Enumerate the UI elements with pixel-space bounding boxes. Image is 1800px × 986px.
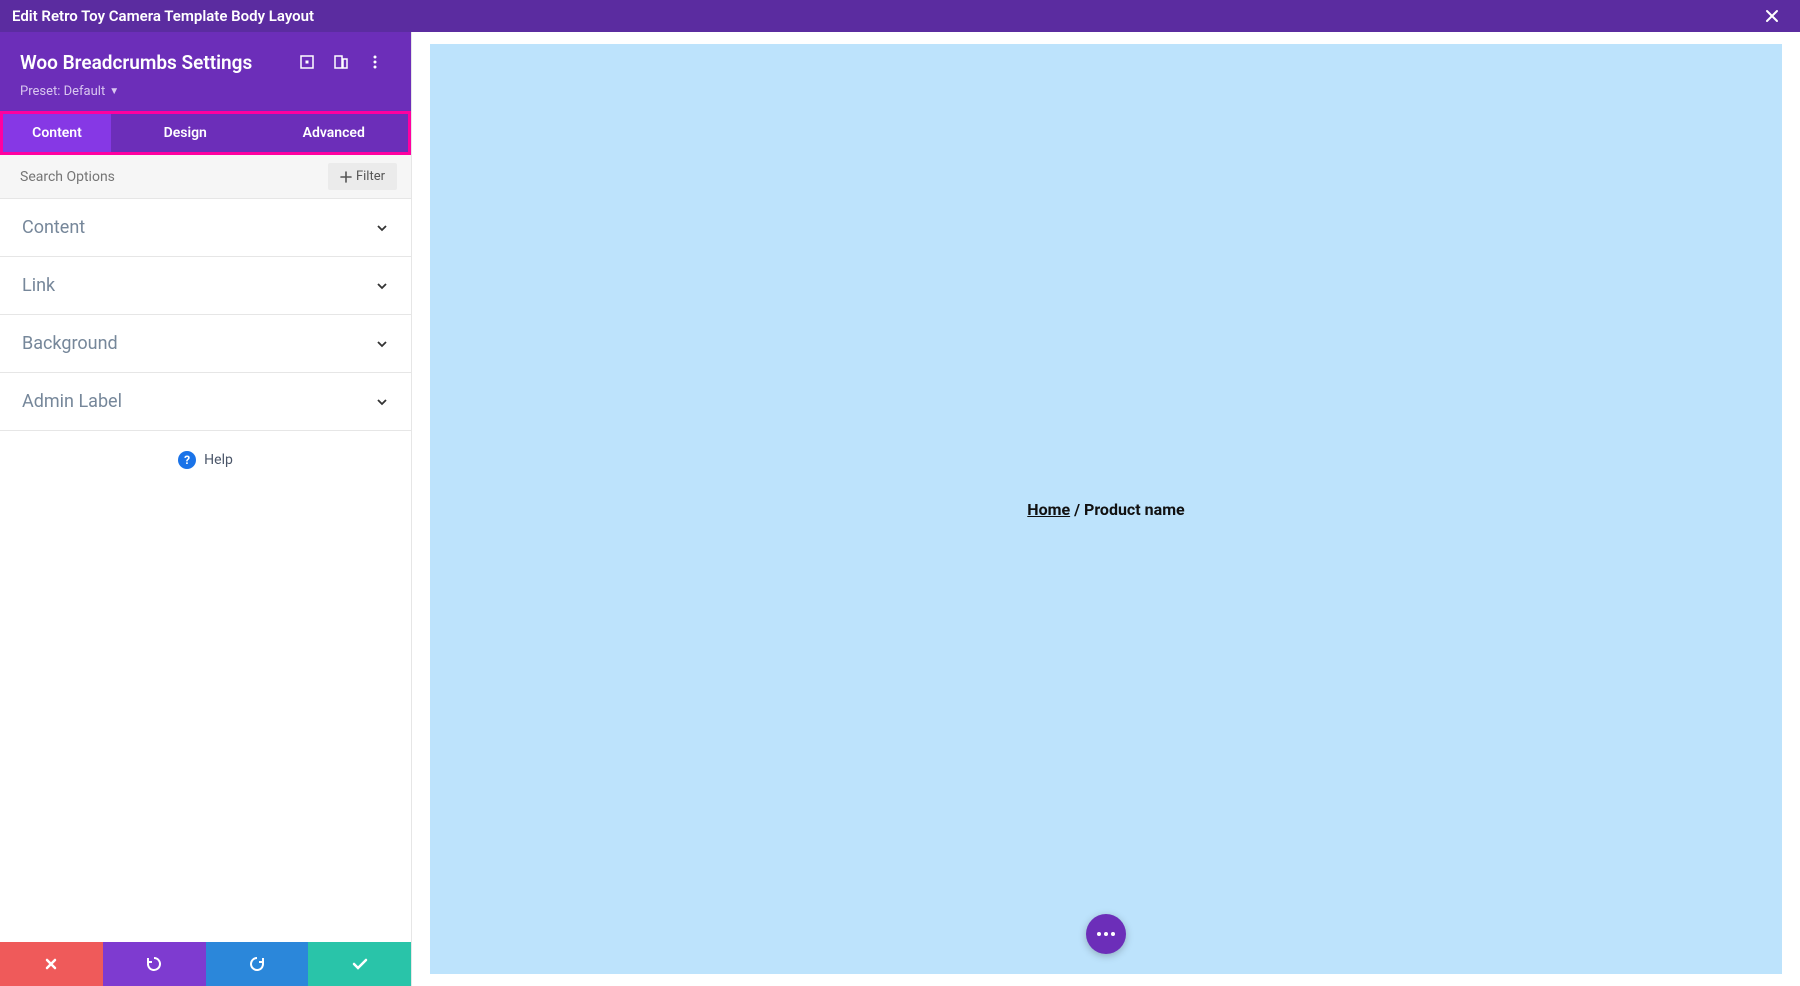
redo-icon	[248, 955, 266, 973]
section-background[interactable]: Background	[0, 315, 411, 373]
chevron-down-icon	[375, 337, 389, 351]
preset-label: Preset: Default	[20, 84, 105, 99]
search-input[interactable]	[20, 169, 328, 185]
close-icon	[44, 957, 58, 971]
builder-fab-button[interactable]	[1086, 914, 1126, 954]
tab-label: Design	[164, 125, 207, 141]
more-vertical-icon	[367, 54, 383, 70]
settings-sidebar: Woo Breadcrumbs Settings Preset: Default…	[0, 32, 412, 986]
section-label: Background	[22, 333, 375, 354]
preview-canvas[interactable]: Home / Product name	[430, 44, 1782, 974]
section-admin-label[interactable]: Admin Label	[0, 373, 411, 431]
help-icon: ?	[178, 451, 196, 469]
section-label: Admin Label	[22, 391, 375, 412]
tab-advanced[interactable]: Advanced	[260, 114, 409, 152]
tab-design[interactable]: Design	[111, 114, 260, 152]
expand-button[interactable]	[291, 46, 323, 78]
tab-label: Advanced	[303, 125, 365, 141]
help-label: Help	[204, 452, 233, 468]
breadcrumb: Home / Product name	[1027, 500, 1184, 519]
tabs: Content Design Advanced	[0, 111, 411, 155]
expand-icon	[299, 54, 315, 70]
sidebar-header: Woo Breadcrumbs Settings Preset: Default…	[0, 32, 411, 111]
section-link[interactable]: Link	[0, 257, 411, 315]
more-button[interactable]	[359, 46, 391, 78]
more-horizontal-icon	[1097, 932, 1115, 936]
chevron-down-icon	[375, 221, 389, 235]
tab-content[interactable]: Content	[3, 114, 111, 152]
section-content[interactable]: Content	[0, 199, 411, 257]
caret-down-icon: ▼	[109, 86, 119, 97]
breadcrumb-home-link[interactable]: Home	[1027, 500, 1070, 519]
close-button[interactable]	[1756, 0, 1788, 32]
check-icon	[351, 955, 369, 973]
responsive-button[interactable]	[325, 46, 357, 78]
preview-area: Home / Product name	[412, 32, 1800, 986]
titlebar: Edit Retro Toy Camera Template Body Layo…	[0, 0, 1800, 32]
redo-button[interactable]	[206, 942, 309, 986]
settings-title: Woo Breadcrumbs Settings	[20, 51, 289, 74]
undo-icon	[145, 955, 163, 973]
sections-list: Content Link Background Admin Label ?	[0, 199, 411, 942]
help-button[interactable]: ? Help	[0, 431, 411, 489]
breadcrumb-current: Product name	[1084, 500, 1185, 519]
plus-icon	[340, 171, 352, 183]
search-row: Filter	[0, 155, 411, 199]
chevron-down-icon	[375, 279, 389, 293]
filter-button[interactable]: Filter	[328, 163, 397, 190]
chevron-down-icon	[375, 395, 389, 409]
titlebar-title: Edit Retro Toy Camera Template Body Layo…	[12, 7, 314, 25]
preset-dropdown[interactable]: Preset: Default ▼	[20, 84, 119, 99]
section-label: Content	[22, 217, 375, 238]
cancel-button[interactable]	[0, 942, 103, 986]
breadcrumb-separator: /	[1070, 500, 1084, 519]
bottom-bar	[0, 942, 411, 986]
responsive-icon	[333, 54, 349, 70]
close-icon	[1764, 8, 1780, 24]
tab-label: Content	[32, 125, 82, 141]
section-label: Link	[22, 275, 375, 296]
save-button[interactable]	[308, 942, 411, 986]
filter-label: Filter	[356, 169, 385, 184]
undo-button[interactable]	[103, 942, 206, 986]
